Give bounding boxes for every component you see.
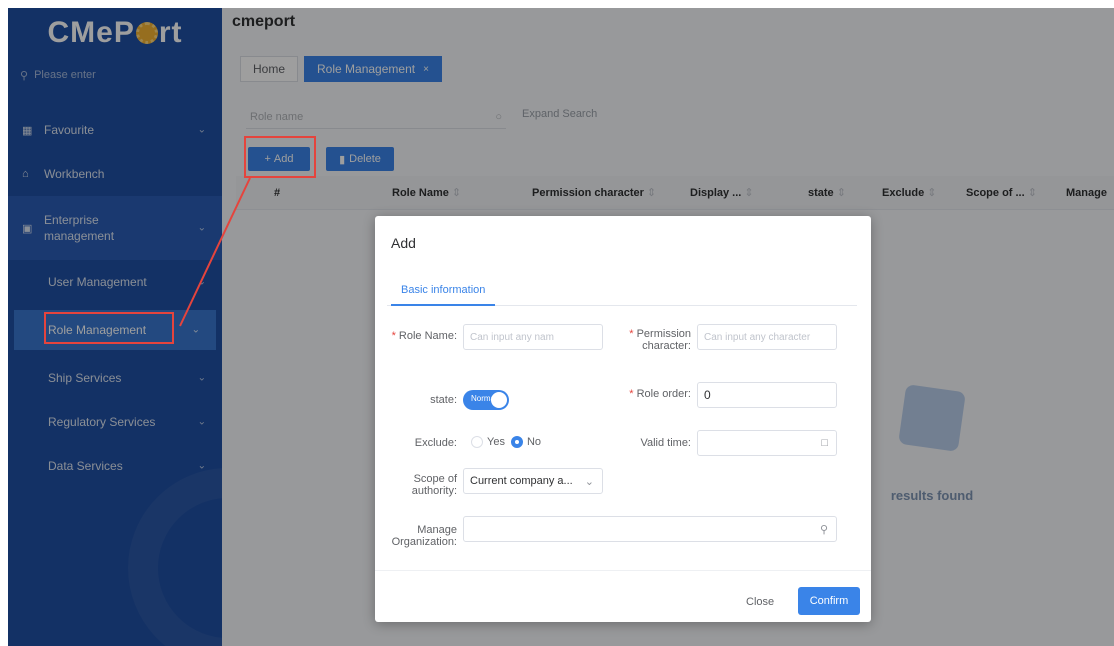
label-text: Role order: xyxy=(636,388,691,400)
exclude-label: Exclude: xyxy=(389,437,457,449)
scope-of-authority-label: Scope of authority: xyxy=(389,473,457,497)
dialog-footer-divider xyxy=(375,570,871,571)
label-text: Permission character: xyxy=(636,328,691,352)
calendar-icon: □ xyxy=(821,437,828,449)
valid-time-label: Valid time: xyxy=(613,437,691,449)
role-name-label: * Role Name: xyxy=(391,330,457,342)
placeholder-text: Can input any nam xyxy=(470,331,554,343)
placeholder-text: Can input any character xyxy=(704,331,811,343)
label-text: Valid time: xyxy=(640,437,691,449)
exclude-yes-label[interactable]: Yes xyxy=(487,436,505,448)
role-order-label: * Role order: xyxy=(629,388,691,400)
state-toggle[interactable]: Normal xyxy=(463,390,509,410)
manage-organization-label: Manage Organization: xyxy=(389,524,457,548)
toggle-knob xyxy=(491,392,507,408)
role-order-input[interactable]: 0 xyxy=(697,382,837,408)
label-text: Scope of authority: xyxy=(411,473,457,497)
label-text: Manage Organization: xyxy=(391,524,457,548)
state-label: state: xyxy=(389,394,457,406)
input-value: 0 xyxy=(704,388,711,402)
add-button-highlight xyxy=(244,136,316,178)
close-button[interactable]: Close xyxy=(740,589,780,615)
chevron-down-icon: ⌄ xyxy=(584,475,594,488)
search-icon[interactable]: ⚲ xyxy=(820,523,828,536)
label-text: Role Name: xyxy=(398,330,457,342)
permission-character-label: * Permission character: xyxy=(629,328,691,352)
manage-organization-input[interactable]: ⚲ xyxy=(463,516,837,542)
role-form: * Role Name: Can input any nam * Permiss… xyxy=(375,216,871,622)
select-value: Current company a... xyxy=(470,475,573,487)
label-text: Exclude: xyxy=(414,437,457,449)
app-window: CMeP rt ⚲ Please enter ▦ Favourite ⌄ ⌂ Wo… xyxy=(8,8,1114,646)
add-role-dialog: Add Basic information * Role Name: Can i… xyxy=(375,216,871,622)
scope-of-authority-select[interactable]: Current company a... ⌄ xyxy=(463,468,603,494)
confirm-button[interactable]: Confirm xyxy=(798,587,860,615)
role-management-highlight xyxy=(44,312,174,344)
permission-character-input[interactable]: Can input any character xyxy=(697,324,837,350)
valid-time-input[interactable]: □ xyxy=(697,430,837,456)
exclude-no-label[interactable]: No xyxy=(527,436,541,448)
label-text: state: xyxy=(430,394,457,406)
exclude-radio-group: Yes No xyxy=(471,436,541,448)
exclude-yes-radio[interactable] xyxy=(471,436,483,448)
role-name-input[interactable]: Can input any nam xyxy=(463,324,603,350)
exclude-no-radio[interactable] xyxy=(510,436,523,448)
